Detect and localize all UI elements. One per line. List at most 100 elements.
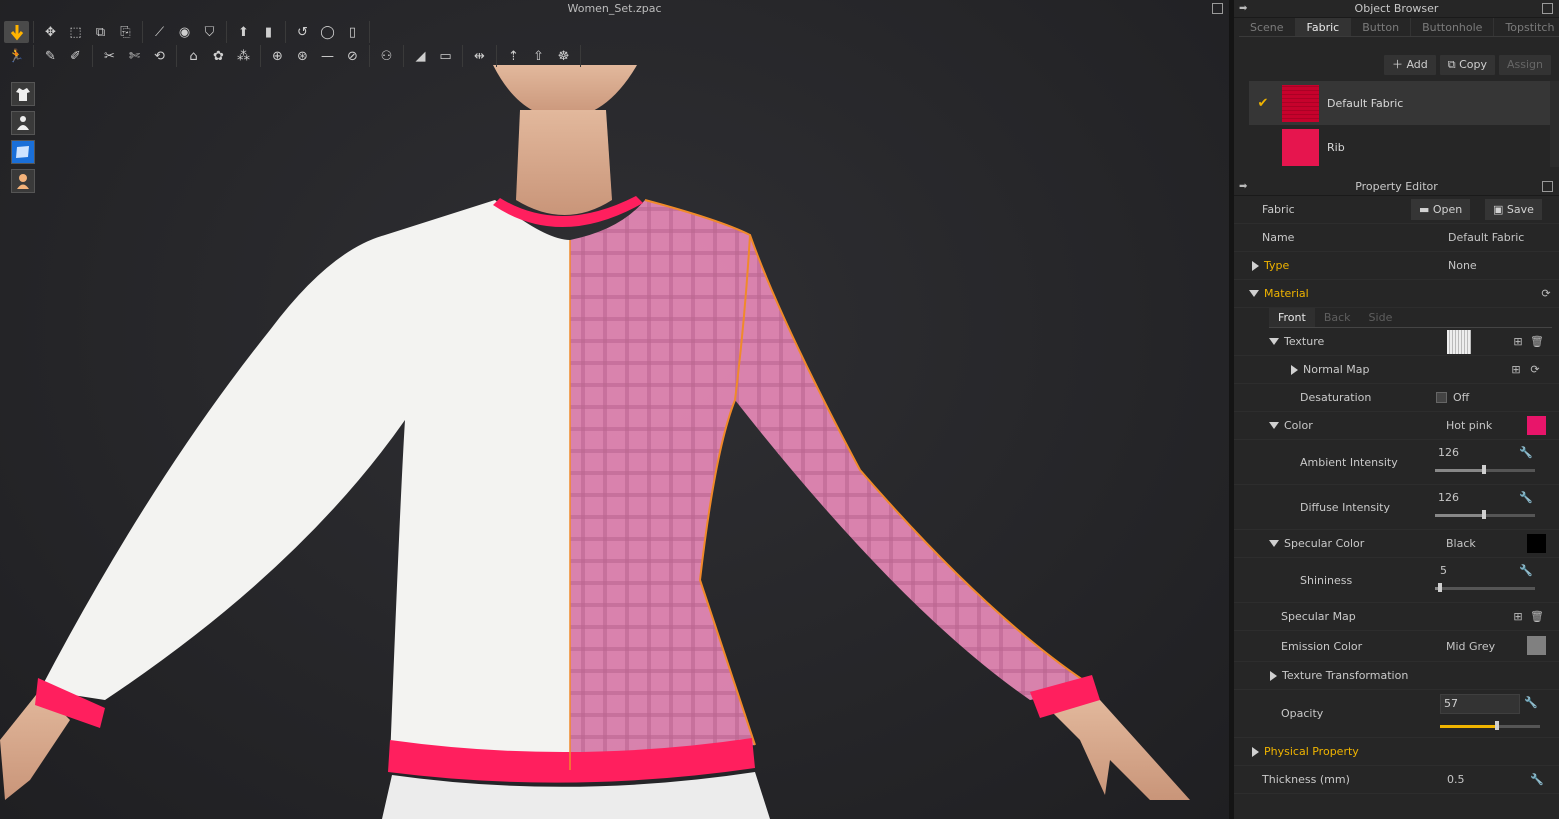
pin-icon[interactable]: ✎ — [38, 45, 63, 67]
tab-fabric[interactable]: Fabric — [1295, 18, 1352, 36]
color-swatch[interactable] — [1527, 416, 1546, 435]
type-row[interactable]: Type None — [1234, 252, 1559, 280]
tab-button[interactable]: Button — [1351, 18, 1412, 36]
material-row[interactable]: Material ⟳ — [1234, 280, 1559, 308]
maximize-icon[interactable] — [1542, 3, 1553, 14]
shininess-slider[interactable] — [1435, 583, 1535, 592]
collapse-arrow-icon[interactable] — [1269, 338, 1279, 345]
maximize-icon[interactable] — [1542, 181, 1553, 192]
edit-point-icon[interactable]: ⎘ — [113, 21, 138, 43]
tab-topstitch[interactable]: Topstitch — [1494, 18, 1559, 36]
save-button[interactable]: ▣ Save — [1485, 199, 1542, 220]
topstitch-icon[interactable]: ⊕ — [265, 45, 290, 67]
trash-icon[interactable]: 🗑 — [1530, 610, 1544, 624]
normal-map-label: Normal Map — [1303, 363, 1370, 376]
polygon-icon[interactable]: ⟋ — [147, 21, 172, 43]
avatar-skin-icon[interactable] — [11, 169, 35, 193]
specular-color-swatch[interactable] — [1527, 534, 1546, 553]
texture-transform-row[interactable]: Texture Transformation — [1234, 662, 1559, 690]
emission-color-swatch[interactable] — [1527, 636, 1546, 655]
button-icon[interactable]: ✿ — [206, 45, 231, 67]
diffuse-slider[interactable] — [1435, 510, 1535, 519]
diffuse-value[interactable]: 126 — [1438, 491, 1459, 504]
grid-icon[interactable]: ⊞ — [1509, 363, 1523, 377]
expand-arrow-icon[interactable] — [1291, 364, 1298, 375]
segment-icon[interactable]: ◢ — [408, 45, 433, 67]
thickness-label: Thickness (mm) — [1262, 773, 1350, 786]
physical-property-row[interactable]: Physical Property — [1234, 738, 1559, 766]
pin-box-icon[interactable]: ✐ — [63, 45, 88, 67]
puckering-icon[interactable]: ☸ — [551, 45, 576, 67]
tab-side[interactable]: Side — [1360, 308, 1402, 327]
wrench-icon[interactable]: 🔧 — [1524, 696, 1538, 710]
ambient-value[interactable]: 126 — [1438, 446, 1459, 459]
opacity-input[interactable]: 57 — [1440, 694, 1520, 714]
scrollbar[interactable] — [1550, 81, 1559, 167]
fold-arrangement-icon[interactable]: ↺ — [290, 21, 315, 43]
line-icon[interactable]: ⊛ — [290, 45, 315, 67]
select-move-icon[interactable] — [4, 21, 29, 43]
tab-buttonhole[interactable]: Buttonhole — [1411, 18, 1495, 36]
expand-arrow-icon[interactable] — [1270, 670, 1277, 681]
zipper-icon[interactable]: — — [315, 45, 340, 67]
copy-button[interactable]: ⧉ Copy — [1439, 55, 1495, 75]
measure-icon[interactable]: ▯ — [340, 21, 365, 43]
show-avatar-icon[interactable] — [11, 111, 35, 135]
tack-icon[interactable]: ▮ — [256, 21, 281, 43]
type-value[interactable]: None — [1448, 259, 1477, 272]
flatten-icon[interactable]: ✄ — [122, 45, 147, 67]
texture-icon[interactable]: ⇡ — [501, 45, 526, 67]
3d-viewport[interactable]: Women_Set.zpac ✥ ⬚ ⧉ ⎘ ⟋ ◉ ⛉ ⬆ ▮ ↺ ◯ ▯ 🏃… — [0, 0, 1229, 819]
shininess-value[interactable]: 5 — [1440, 564, 1447, 577]
wrench-icon[interactable]: 🔧 — [1530, 773, 1544, 787]
free-sewing-icon[interactable]: ⬆ — [231, 21, 256, 43]
assign-button[interactable]: Assign — [1499, 55, 1551, 75]
add-button[interactable]: ＋ Add — [1383, 55, 1436, 75]
opacity-slider[interactable] — [1440, 721, 1540, 730]
expand-arrow-icon[interactable] — [1252, 746, 1259, 757]
name-value[interactable]: Default Fabric — [1448, 231, 1524, 244]
measurement-icon[interactable]: ⊘ — [340, 45, 365, 67]
piping-icon[interactable]: ▭ — [433, 45, 458, 67]
grid-icon[interactable]: ⊞ — [1511, 610, 1525, 624]
texture-thumbnail[interactable] — [1447, 330, 1471, 354]
refresh-icon[interactable]: ⟳ — [1528, 363, 1542, 377]
rectangle-icon[interactable]: ◉ — [172, 21, 197, 43]
wrench-icon[interactable]: 🔧 — [1519, 446, 1533, 460]
show-fabric-icon[interactable] — [11, 140, 35, 164]
refresh-icon[interactable]: ⟳ — [1539, 287, 1553, 301]
fold-icon[interactable]: ✂ — [97, 45, 122, 67]
avatar-pose-icon[interactable]: 🏃 — [4, 45, 29, 67]
strap-icon[interactable]: ◯ — [315, 21, 340, 43]
reset-icon[interactable]: ⟲ — [147, 45, 172, 67]
open-button[interactable]: ▬ Open — [1411, 199, 1471, 220]
tab-scene[interactable]: Scene — [1239, 18, 1296, 36]
wrench-icon[interactable]: 🔧 — [1519, 564, 1533, 578]
edit-curvature-icon[interactable]: ⧉ — [88, 21, 113, 43]
wrench-icon[interactable]: 🔧 — [1519, 491, 1533, 505]
maximize-icon[interactable] — [1212, 3, 1223, 14]
grid-icon[interactable]: ⊞ — [1511, 335, 1525, 349]
show-garment-icon[interactable] — [11, 82, 35, 106]
collapse-arrow-icon[interactable] — [1269, 422, 1279, 429]
list-item[interactable]: Rib — [1249, 125, 1551, 169]
ambient-slider[interactable] — [1435, 465, 1535, 474]
list-item[interactable]: ✔ Default Fabric — [1249, 81, 1551, 125]
transform-pattern-icon[interactable]: ✥ — [38, 21, 63, 43]
desaturation-checkbox[interactable] — [1436, 392, 1447, 403]
trash-icon[interactable]: 🗑 — [1530, 335, 1544, 349]
garment-render[interactable] — [0, 0, 1229, 819]
puckering-icon[interactable]: ⚇ — [374, 45, 399, 67]
collapse-arrow-icon[interactable] — [1269, 540, 1279, 547]
thickness-value[interactable]: 0.5 — [1447, 773, 1465, 786]
hanger-icon[interactable]: ⌂ — [181, 45, 206, 67]
graphic-icon[interactable]: ⇧ — [526, 45, 551, 67]
tab-front[interactable]: Front — [1269, 308, 1315, 327]
edit-pattern-icon[interactable]: ⬚ — [63, 21, 88, 43]
trace-icon[interactable]: ⇹ — [467, 45, 492, 67]
expand-arrow-icon[interactable] — [1252, 260, 1259, 271]
sewing-icon[interactable]: ⛉ — [197, 21, 222, 43]
collapse-arrow-icon[interactable] — [1249, 290, 1259, 297]
tab-back[interactable]: Back — [1315, 308, 1360, 327]
buttonhole-icon[interactable]: ⁂ — [231, 45, 256, 67]
